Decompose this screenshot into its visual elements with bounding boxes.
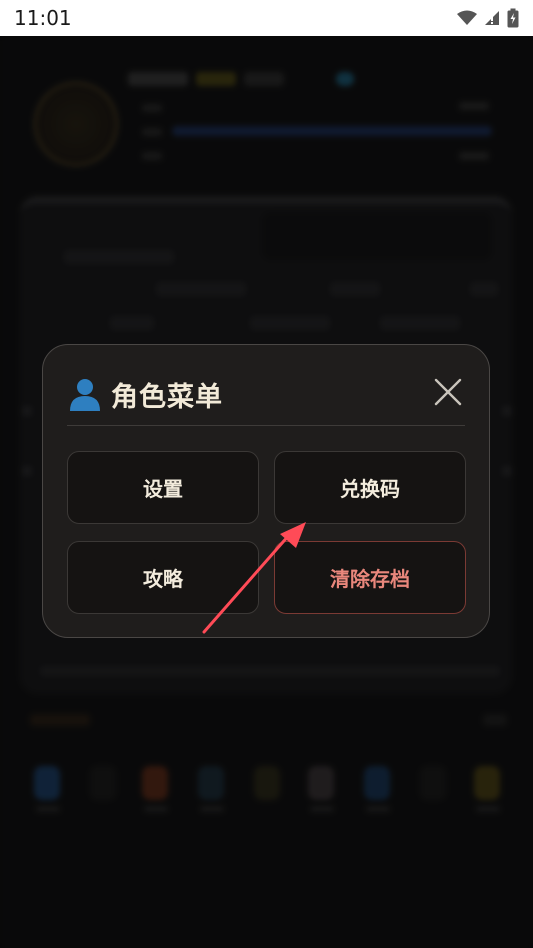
dialog-header: 角色菜单 xyxy=(67,369,465,419)
settings-button[interactable]: 设置 xyxy=(67,451,259,524)
dialog-divider xyxy=(67,425,465,426)
signal-icon xyxy=(485,11,499,25)
status-icons xyxy=(457,8,519,28)
person-icon xyxy=(70,379,100,411)
status-bar: 11:01 xyxy=(0,0,533,36)
battery-icon xyxy=(507,8,519,28)
character-menu-dialog: 角色菜单 设置 兑换码 攻略 清除存档 xyxy=(42,344,490,638)
wifi-icon xyxy=(457,10,477,25)
close-icon[interactable] xyxy=(431,375,465,409)
guide-button[interactable]: 攻略 xyxy=(67,541,259,614)
redeem-code-button[interactable]: 兑换码 xyxy=(274,451,466,524)
status-time: 11:01 xyxy=(14,6,72,30)
clear-save-button[interactable]: 清除存档 xyxy=(274,541,466,614)
dialog-title: 角色菜单 xyxy=(111,381,223,413)
